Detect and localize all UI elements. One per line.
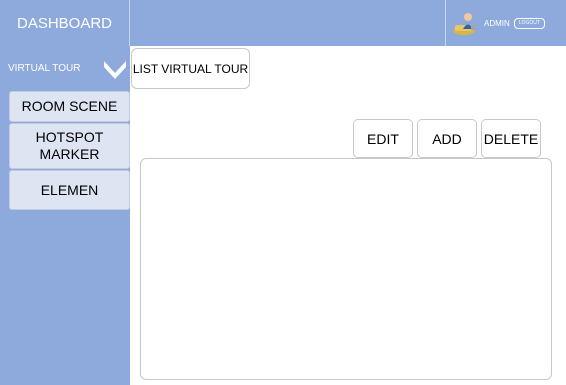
- user-panel: ADMIN LOGOUT: [445, 0, 566, 46]
- admin-label: ADMIN: [484, 18, 510, 28]
- top-header: DASHBOARD ADMIN LOGOUT: [0, 0, 566, 46]
- edit-button[interactable]: EDIT: [353, 119, 413, 158]
- add-label: ADD: [432, 130, 462, 147]
- chevron-down-icon[interactable]: [103, 58, 127, 80]
- sidebar-item-label: ROOM SCENE: [21, 98, 118, 114]
- sidebar: VIRTUAL TOUR ROOM SCENE HOTSPOT MARKER E…: [0, 46, 130, 385]
- logout-button[interactable]: LOGOUT: [513, 17, 545, 29]
- edit-label: EDIT: [367, 130, 399, 147]
- content-panel: [140, 158, 552, 380]
- dashboard-brand[interactable]: DASHBOARD: [0, 0, 130, 46]
- sidebar-item-elemen[interactable]: ELEMEN: [9, 170, 130, 210]
- delete-label: DELETE: [483, 130, 539, 147]
- sidebar-item-label: ELEMEN: [40, 181, 99, 198]
- add-button[interactable]: ADD: [417, 119, 477, 158]
- delete-button[interactable]: DELETE: [481, 119, 541, 158]
- admin-user-icon: [453, 13, 477, 35]
- tab-list-virtual-tour[interactable]: LIST VIRTUAL TOUR: [131, 48, 250, 89]
- sidebar-item-room-scene[interactable]: ROOM SCENE: [9, 91, 130, 122]
- sidebar-virtual-tour[interactable]: VIRTUAL TOUR: [0, 46, 130, 90]
- sidebar-item-label: HOTSPOT MARKER: [35, 129, 104, 162]
- tab-label: LIST VIRTUAL TOUR: [132, 61, 249, 76]
- sidebar-menu: ROOM SCENE HOTSPOT MARKER ELEMEN: [9, 91, 130, 211]
- sidebar-item-hotspot-marker[interactable]: HOTSPOT MARKER: [9, 123, 130, 169]
- dashboard-label: DASHBOARD: [16, 14, 113, 32]
- virtual-tour-label: VIRTUAL TOUR: [8, 62, 81, 74]
